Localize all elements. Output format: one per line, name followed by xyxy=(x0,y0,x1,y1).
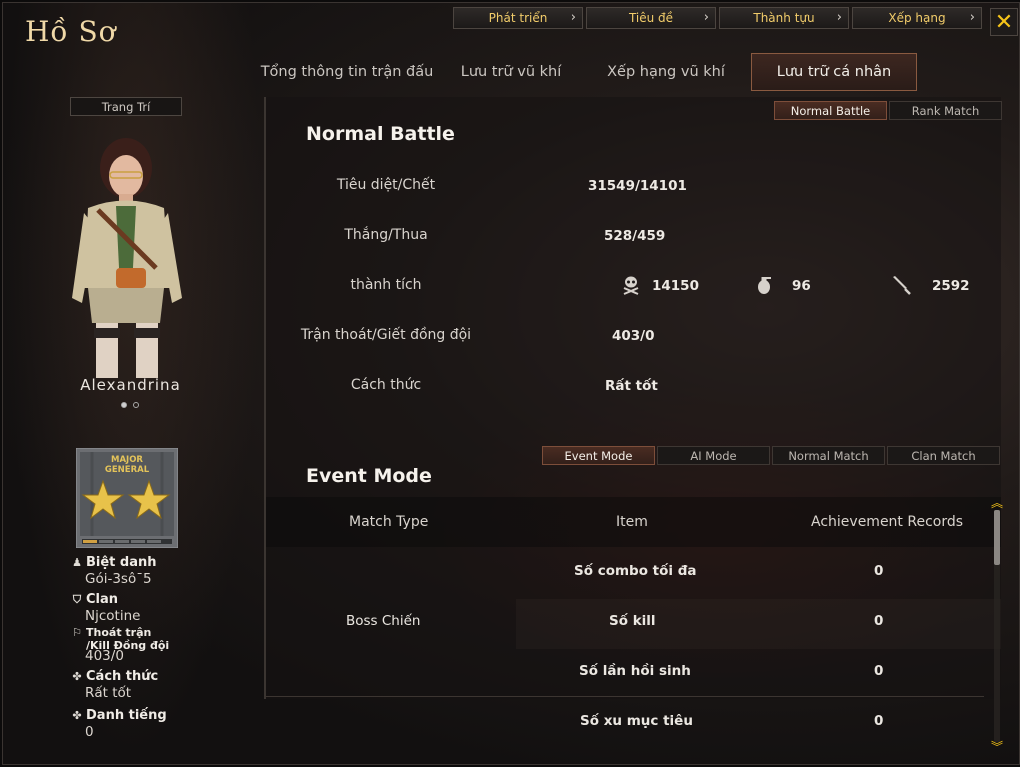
nav-label: Xếp hạng xyxy=(888,11,946,25)
nickname-value: Gói-3sô¯5 xyxy=(85,571,152,587)
escape-label-text-1: Thoát trận xyxy=(86,626,152,639)
carousel-dot[interactable] xyxy=(133,402,139,408)
win-loss-label: Thắng/Thua xyxy=(344,227,428,243)
tab-bar: Tổng thông tin trận đấu Lưu trữ vũ khí X… xyxy=(253,53,917,91)
escape-teamkill-label: Trận thoát/Giết đồng đội xyxy=(300,327,472,343)
nav-label: Tiêu đề xyxy=(628,11,674,25)
event-record-cell: 0 xyxy=(874,663,884,679)
normal-battle-toggle[interactable]: Normal Battle xyxy=(774,101,887,120)
win-loss-value: 528/459 xyxy=(604,228,666,244)
personal-archive-panel: Normal Battle Rank Match Normal Battle T… xyxy=(264,97,1002,729)
nav-development-button[interactable]: Phát triển › xyxy=(453,7,583,29)
rank-match-toggle[interactable]: Rank Match xyxy=(889,101,1002,120)
character-sidebar: Trang Trí Alexandrina MAJOR GENERAL ♟ Bi… xyxy=(3,93,258,763)
kills-deaths-label: Tiêu diệt/Chết xyxy=(336,177,436,193)
carousel-dot[interactable] xyxy=(121,402,127,408)
scroll-down-icon[interactable]: ︾ xyxy=(991,741,1003,753)
match-type-cell: Boss Chiến xyxy=(346,613,421,629)
clan-shield-icon: ⛉ xyxy=(72,593,82,606)
row-highlight xyxy=(516,599,1001,649)
nav-ranking-button[interactable]: Xếp hạng › xyxy=(852,7,982,29)
tab-match-overview[interactable]: Tổng thông tin trận đấu xyxy=(253,53,441,91)
clan-label-text: Clan xyxy=(86,592,119,607)
reputation-label: ✤ Danh tiếng xyxy=(71,708,251,724)
clan-match-toggle[interactable]: Clan Match xyxy=(887,446,1000,465)
event-record-cell: 0 xyxy=(874,713,884,729)
nickname-label: ♟ Biệt danh xyxy=(71,555,251,571)
window-title: Hồ Sơ xyxy=(25,15,117,48)
grenade-icon xyxy=(758,277,771,294)
escape-teamkill-value: 403/0 xyxy=(612,328,655,344)
clan-label: ⛉ Clan xyxy=(71,592,251,608)
event-scrollbar[interactable]: ︽ ︾ xyxy=(991,497,1003,753)
reputation-value: 0 xyxy=(85,724,94,740)
style-stat-value: Rất tốt xyxy=(605,378,658,394)
kills-achievement-value: 14150 xyxy=(652,278,699,294)
records-header: Achievement Records xyxy=(811,514,964,530)
tab-weapon-ranking[interactable]: Xếp hạng vũ khí xyxy=(581,53,751,91)
event-mode-toggle[interactable]: Event Mode xyxy=(542,446,655,465)
clover-icon: ✤ xyxy=(72,670,82,683)
event-record-cell: 0 xyxy=(874,613,884,629)
clan-value: Njcotine xyxy=(85,608,141,624)
event-item-cell: Số lần hồi sinh xyxy=(579,663,691,679)
event-record-cell: 0 xyxy=(874,563,884,579)
tab-weapon-archive[interactable]: Lưu trữ vũ khí xyxy=(441,53,581,91)
chevron-right-icon: › xyxy=(570,10,576,25)
running-person-icon: ⚐ xyxy=(72,626,82,639)
knife-icon xyxy=(893,276,911,295)
scroll-track[interactable] xyxy=(994,510,1000,742)
scroll-thumb[interactable] xyxy=(994,510,1000,565)
row-divider xyxy=(266,696,984,697)
carousel-dots xyxy=(121,402,139,408)
item-header: Item xyxy=(616,514,648,530)
kills-deaths-value: 31549/14101 xyxy=(588,178,687,194)
reputation-label-text: Danh tiếng xyxy=(86,708,167,723)
style-stat-label: Cách thức xyxy=(350,377,422,393)
knife-achievement-value: 2592 xyxy=(932,278,970,294)
character-portrait[interactable] xyxy=(58,138,198,378)
profile-info: ♟ Biệt danh Gói-3sô¯5 ⛉ Clan Njcotine ⚐ Tho… xyxy=(71,555,251,741)
character-name: Alexandrina xyxy=(80,376,181,394)
scroll-up-icon[interactable]: ︽ xyxy=(991,497,1003,509)
ai-mode-toggle[interactable]: AI Mode xyxy=(657,446,770,465)
normal-battle-title: Normal Battle xyxy=(306,123,455,145)
grenade-achievement-value: 96 xyxy=(792,278,811,294)
chevron-right-icon: › xyxy=(703,10,709,25)
event-item-cell: Số combo tối đa xyxy=(574,563,697,579)
skull-crossbones-icon xyxy=(623,276,639,295)
achievements-label: thành tích xyxy=(350,277,422,293)
nav-label: Thành tựu xyxy=(753,11,815,25)
clover-icon: ✤ xyxy=(72,709,82,722)
style-label: ✤ Cách thức xyxy=(71,669,251,685)
nav-achievements-button[interactable]: Thành tựu › xyxy=(719,7,849,29)
event-table-header: Match Type Item Achievement Records xyxy=(266,497,1001,547)
rank-badge-major-general: MAJOR GENERAL xyxy=(76,448,178,548)
profile-window: Hồ Sơ Phát triển › Tiêu đề › Thành tựu › Xế… xyxy=(2,2,1020,765)
event-mode-title: Event Mode xyxy=(306,465,432,487)
nav-titles-button[interactable]: Tiêu đề › xyxy=(586,7,716,29)
chevron-right-icon: › xyxy=(969,10,975,25)
normal-match-toggle[interactable]: Normal Match xyxy=(772,446,885,465)
style-value: Rất tốt xyxy=(85,685,132,701)
chevron-right-icon: › xyxy=(836,10,842,25)
nickname-label-text: Biệt danh xyxy=(86,555,157,570)
close-icon: ✕ xyxy=(994,9,1014,35)
decorate-button[interactable]: Trang Trí xyxy=(70,97,182,116)
top-nav: Phát triển › Tiêu đề › Thành tựu › Xếp hạng… xyxy=(453,7,982,29)
nav-label: Phát triển xyxy=(488,11,548,25)
escape-label-text-2: /Kill Đồng đội xyxy=(86,639,170,652)
escape-label: ⚐ Thoát trận /Kill Đồng đội xyxy=(71,626,251,652)
match-type-header: Match Type xyxy=(349,514,429,530)
event-item-cell: Số kill xyxy=(609,613,656,629)
rank-line-1: MAJOR xyxy=(111,455,143,465)
style-label-text: Cách thức xyxy=(86,669,159,684)
rank-line-2: GENERAL xyxy=(105,465,150,475)
close-button[interactable]: ✕ xyxy=(990,8,1018,36)
tab-personal-archive[interactable]: Lưu trữ cá nhân xyxy=(751,53,917,91)
person-icon: ♟ xyxy=(72,556,82,569)
event-item-cell: Số xu mục tiêu xyxy=(580,713,693,729)
